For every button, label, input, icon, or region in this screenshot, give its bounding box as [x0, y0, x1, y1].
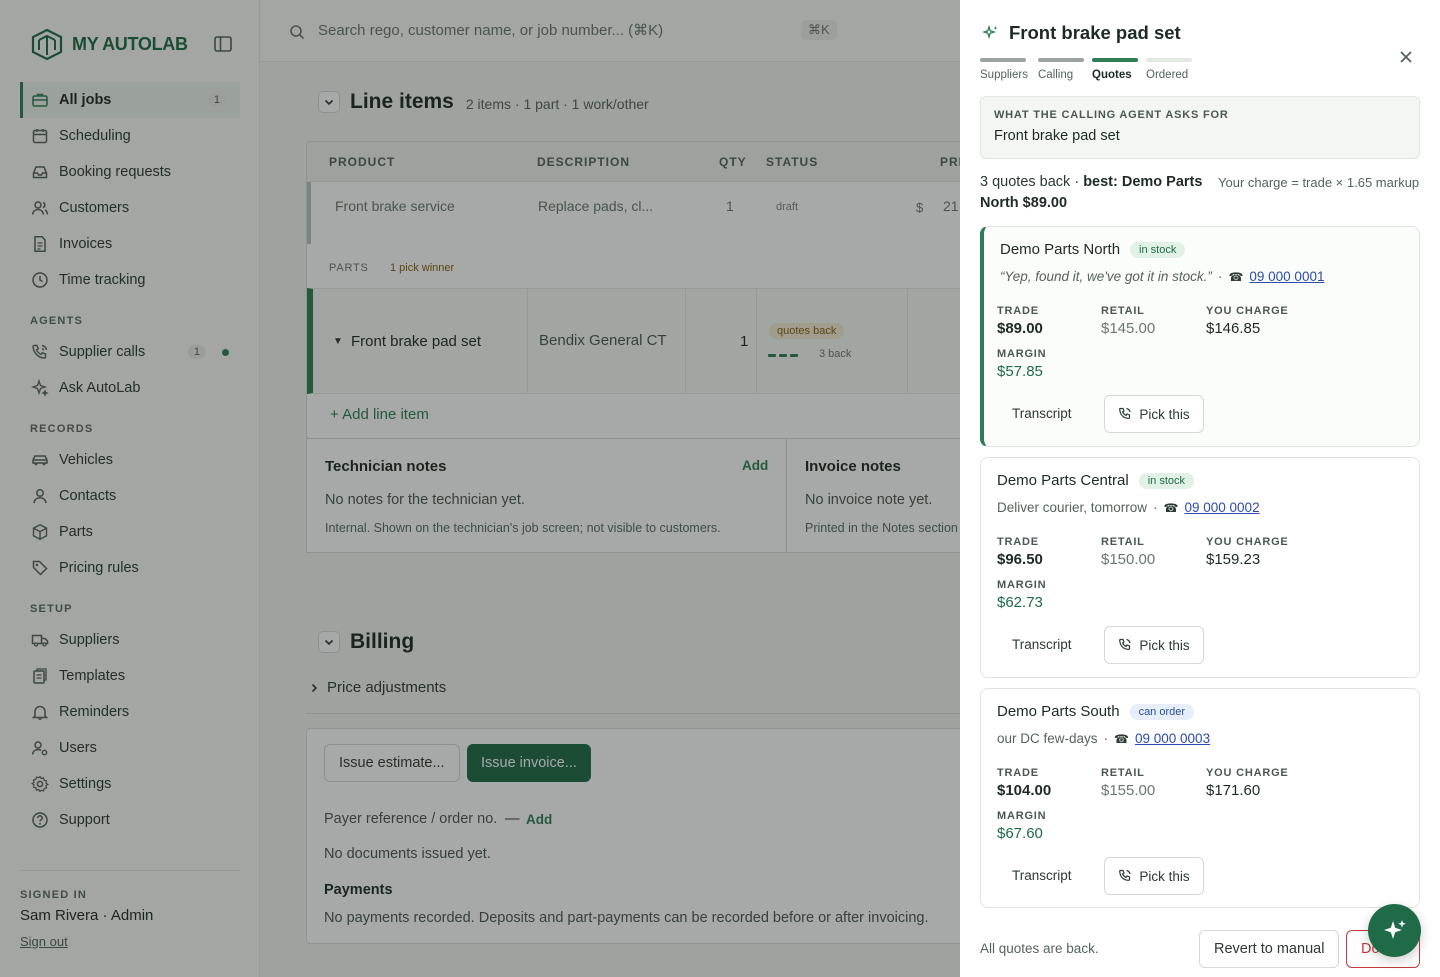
trade-label: TRADE: [997, 536, 1039, 548]
you-charge-label: YOU CHARGE: [1206, 767, 1289, 779]
markup-note: Your charge = trade × 1.65 markup: [1218, 175, 1420, 190]
agent-ask-value: Front brake pad set: [994, 128, 1120, 144]
step-bar: [1038, 58, 1084, 62]
transcript-button[interactable]: Transcript: [1012, 868, 1072, 883]
separator-dot: ·: [1103, 731, 1109, 746]
margin-label: MARGIN: [997, 348, 1047, 360]
margin-value: $57.85: [997, 363, 1043, 380]
quote-note: Deliver courier, tomorrow: [997, 500, 1148, 515]
phone-icon: ☎: [1114, 731, 1129, 746]
you-charge-label: YOU CHARGE: [1206, 536, 1289, 548]
quote-note-row: Deliver courier, tomorrow · ☎ 09 000 0002: [997, 500, 1260, 515]
close-icon[interactable]: [1397, 48, 1415, 66]
sparkle-icon: [982, 24, 998, 40]
you-charge-label: YOU CHARGE: [1206, 305, 1289, 317]
quote-note: our DC few-days: [997, 731, 1098, 746]
pick-this-label: Pick this: [1139, 637, 1190, 653]
quote-card: Demo Parts North in stock “Yep, found it,…: [980, 226, 1420, 447]
retail-label: RETAIL: [1101, 305, 1145, 317]
trade-price: $104.00: [997, 782, 1052, 799]
step-bar: [1092, 58, 1138, 62]
supplier-name-row: Demo Parts South can order: [997, 703, 1195, 720]
quote-note-row: “Yep, found it, we've got it in stock.” ·…: [1000, 269, 1324, 284]
margin-label: MARGIN: [997, 810, 1047, 822]
separator-dot: ·: [1153, 500, 1158, 515]
stock-badge: in stock: [1138, 472, 1195, 489]
transcript-button[interactable]: Transcript: [1012, 406, 1072, 421]
phone-icon: [1119, 869, 1131, 881]
supplier-phone-link[interactable]: 09 000 0003: [1135, 731, 1210, 746]
stock-badge: can order: [1129, 703, 1195, 720]
pick-this-label: Pick this: [1139, 868, 1190, 884]
sparkle-icon: [1383, 919, 1406, 939]
assistant-fab-button[interactable]: [1368, 904, 1421, 957]
agent-ask-label: WHAT THE CALLING AGENT ASKS FOR: [994, 109, 1229, 121]
supplier-name: Demo Parts Central: [997, 472, 1129, 489]
phone-icon: [1119, 407, 1131, 419]
step-label: Quotes: [1092, 69, 1132, 81]
phone-icon: ☎: [1228, 269, 1244, 284]
step-suppliers: Suppliers: [980, 58, 1030, 81]
supplier-phone-link[interactable]: 09 000 0001: [1249, 269, 1324, 284]
retail-price: $155.00: [1101, 782, 1156, 799]
step-label: Suppliers: [980, 69, 1028, 81]
supplier-quotes-panel: Front brake pad set Suppliers Calling Qu…: [960, 0, 1440, 977]
step-quotes: Quotes: [1092, 58, 1138, 81]
progress-steps: Suppliers Calling Quotes Ordered: [980, 58, 1196, 81]
quote-card: Demo Parts Central in stock Deliver couri…: [980, 457, 1420, 678]
trade-price: $89.00: [997, 320, 1043, 337]
pick-this-label: Pick this: [1139, 406, 1190, 422]
quote-note: “Yep, found it, we've got it in stock.”: [1000, 269, 1212, 284]
charge-price: $171.60: [1206, 782, 1261, 799]
step-ordered: Ordered: [1146, 58, 1196, 81]
quote-card: Demo Parts South can order our DC few-day…: [980, 688, 1420, 908]
supplier-name-row: Demo Parts North in stock: [1000, 241, 1186, 258]
stock-badge: in stock: [1130, 241, 1186, 258]
trade-price: $96.50: [997, 551, 1043, 568]
transcript-button[interactable]: Transcript: [1012, 637, 1072, 652]
phone-icon: [1119, 638, 1131, 650]
pick-this-button[interactable]: Pick this: [1104, 626, 1204, 664]
step-calling: Calling: [1038, 58, 1084, 81]
charge-price: $159.23: [1206, 551, 1261, 568]
retail-price: $150.00: [1101, 551, 1156, 568]
all-quotes-back-text: All quotes are back.: [980, 941, 1099, 956]
modal-backdrop[interactable]: [0, 0, 960, 977]
step-label: Calling: [1038, 69, 1074, 81]
phone-icon: ☎: [1163, 500, 1179, 515]
retail-label: RETAIL: [1101, 767, 1145, 779]
margin-value: $67.60: [997, 825, 1043, 842]
separator-dot: ·: [1217, 269, 1223, 284]
quote-note-row: our DC few-days · ☎ 09 000 0003: [997, 731, 1210, 746]
step-bar: [1146, 58, 1192, 62]
charge-price: $146.85: [1206, 320, 1261, 337]
margin-label: MARGIN: [997, 579, 1047, 591]
supplier-name: Demo Parts South: [997, 703, 1120, 720]
trade-label: TRADE: [997, 305, 1039, 317]
panel-title: Front brake pad set: [1009, 22, 1181, 43]
margin-value: $62.73: [997, 594, 1043, 611]
quotes-summary: 3 quotes back · best: Demo Parts North $…: [980, 174, 1203, 211]
supplier-name-row: Demo Parts Central in stock: [997, 472, 1195, 489]
supplier-name: Demo Parts North: [1000, 241, 1121, 258]
agent-ask-box: WHAT THE CALLING AGENT ASKS FOR Front br…: [980, 96, 1420, 159]
trade-label: TRADE: [997, 767, 1039, 779]
quotes-count-text: 3 quotes back: [980, 174, 1071, 190]
pick-this-button[interactable]: Pick this: [1104, 857, 1204, 895]
pick-this-button[interactable]: Pick this: [1104, 395, 1204, 433]
retail-label: RETAIL: [1101, 536, 1145, 548]
supplier-phone-link[interactable]: 09 000 0002: [1185, 500, 1260, 515]
step-label: Ordered: [1146, 69, 1189, 81]
revert-to-manual-button[interactable]: Revert to manual: [1199, 930, 1340, 968]
step-bar: [980, 58, 1026, 62]
retail-price: $145.00: [1101, 320, 1156, 337]
